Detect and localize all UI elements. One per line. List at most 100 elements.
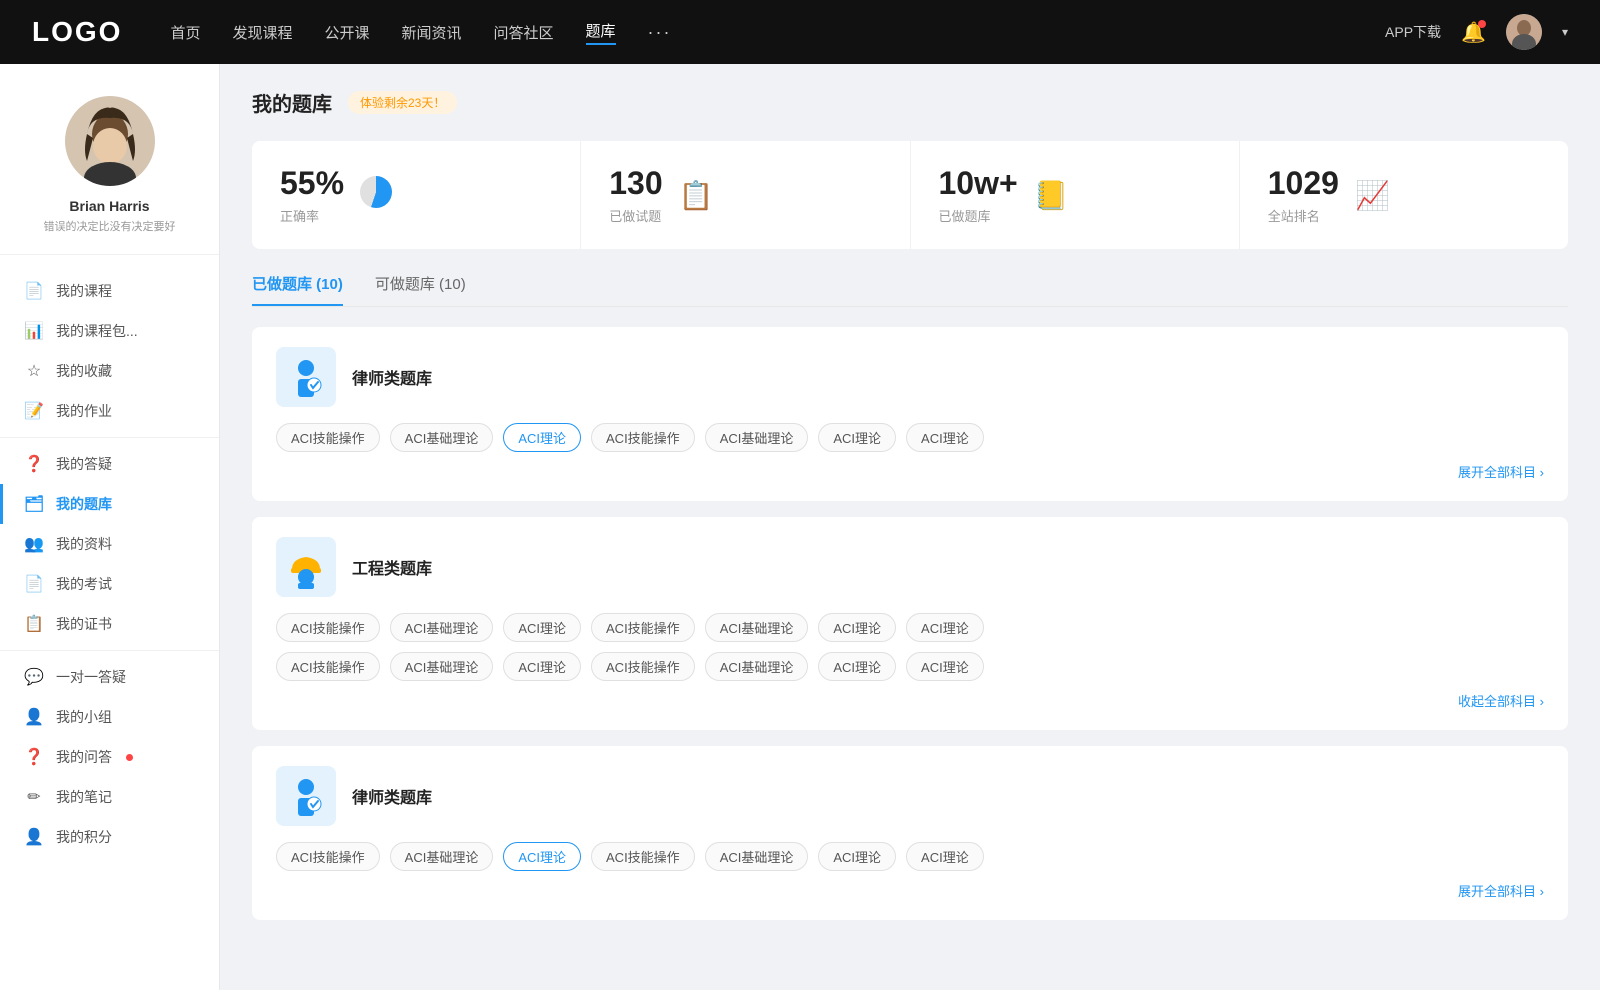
nav-question-bank[interactable]: 题库 (586, 20, 616, 45)
tab-available[interactable]: 可做题库 (10) (375, 273, 466, 306)
nav-discover[interactable]: 发现课程 (232, 22, 292, 43)
tag-item[interactable]: ACI技能操作 (591, 423, 695, 452)
nav-news[interactable]: 新闻资讯 (402, 22, 462, 43)
sidebar-item-homework[interactable]: 📝 我的作业 (0, 391, 219, 431)
nav-home[interactable]: 首页 (170, 22, 200, 43)
tag-item[interactable]: ACI基础理论 (390, 613, 494, 642)
courses-icon: 📄 (24, 281, 44, 301)
app-download-button[interactable]: APP下载 (1385, 22, 1441, 42)
sidebar-item-groups[interactable]: 👤 我的小组 (0, 697, 219, 737)
tag-item[interactable]: ACI技能操作 (276, 613, 380, 642)
sidebar-item-materials[interactable]: 👥 我的资料 (0, 524, 219, 564)
tag-item[interactable]: ACI技能操作 (591, 652, 695, 681)
accuracy-icon (360, 176, 392, 215)
sidebar-item-question-bank[interactable]: 🗂 我的题库 (0, 484, 219, 524)
tag-item[interactable]: ACI技能操作 (276, 652, 380, 681)
tag-item[interactable]: ACI基础理论 (390, 652, 494, 681)
sidebar-item-notes[interactable]: ✏ 我的笔记 (0, 777, 219, 817)
sidebar-divider2 (0, 650, 219, 651)
lawyer-icon (284, 355, 328, 399)
user-avatar-icon (1506, 14, 1542, 50)
notification-bell[interactable]: 🔔 (1461, 20, 1486, 45)
groups-icon: 👤 (24, 707, 44, 727)
tag-item[interactable]: ACI基础理论 (390, 842, 494, 871)
sidebar-item-label: 我的考试 (56, 574, 112, 594)
tag-item[interactable]: ACI理论 (906, 423, 984, 452)
trial-badge: 体验剩余23天！ (348, 91, 457, 114)
doc-green-icon: 📋 (679, 179, 714, 212)
tag-item-active[interactable]: ACI理论 (503, 842, 581, 871)
sidebar-item-favorites[interactable]: ☆ 我的收藏 (0, 351, 219, 391)
stat-label: 已做题库 (939, 206, 1018, 225)
sidebar-item-one-on-one[interactable]: 💬 一对一答疑 (0, 657, 219, 697)
chart-red-icon: 📈 (1355, 179, 1390, 212)
bank-title: 律师类题库 (352, 784, 432, 808)
user-avatar-nav[interactable] (1506, 14, 1542, 50)
tag-item[interactable]: ACI理论 (818, 652, 896, 681)
stats-row: 55% 正确率 130 已做试题 📋 10w+ 已做题库 📒 (252, 141, 1568, 249)
navbar-right: APP下载 🔔 ▾ (1385, 14, 1568, 50)
favorites-icon: ☆ (24, 361, 44, 381)
sidebar-item-qa[interactable]: ❓ 我的答疑 (0, 444, 219, 484)
stat-questions-done: 130 已做试题 📋 (581, 141, 910, 249)
tag-item[interactable]: ACI基础理论 (705, 613, 809, 642)
points-icon: 👤 (24, 827, 44, 847)
nav-more[interactable]: ··· (648, 22, 672, 43)
tag-item[interactable]: ACI理论 (906, 652, 984, 681)
pie-chart-icon (360, 176, 392, 208)
tag-item[interactable]: ACI技能操作 (276, 423, 380, 452)
sidebar-profile: Brian Harris 错误的决定比没有决定要好 (0, 96, 219, 255)
tag-item[interactable]: ACI基础理论 (705, 423, 809, 452)
sidebar-item-label: 我的证书 (56, 614, 112, 634)
tag-item[interactable]: ACI技能操作 (591, 613, 695, 642)
sidebar-item-label: 我的小组 (56, 707, 112, 727)
stat-accuracy: 55% 正确率 (252, 141, 581, 249)
tag-item[interactable]: ACI技能操作 (276, 842, 380, 871)
tag-item[interactable]: ACI基础理论 (705, 842, 809, 871)
stat-value: 130 (609, 165, 662, 202)
bank-card-lawyer-1: 律师类题库 ACI技能操作 ACI基础理论 ACI理论 ACI技能操作 ACI基… (252, 327, 1568, 501)
bank-collapse-button[interactable]: 收起全部科目 › (276, 691, 1544, 710)
certificates-icon: 📋 (24, 614, 44, 634)
tag-item[interactable]: ACI基础理论 (390, 423, 494, 452)
sidebar-item-label: 我的笔记 (56, 787, 112, 807)
sidebar-item-label: 我的问答 (56, 747, 112, 767)
sidebar-item-points[interactable]: 👤 我的积分 (0, 817, 219, 857)
sidebar-item-label: 我的作业 (56, 401, 112, 421)
bank-tags-row2: ACI技能操作 ACI基础理论 ACI理论 ACI技能操作 ACI基础理论 AC… (276, 652, 1544, 681)
bank-card-engineer: 工程类题库 ACI技能操作 ACI基础理论 ACI理论 ACI技能操作 ACI基… (252, 517, 1568, 730)
tag-item[interactable]: ACI理论 (906, 613, 984, 642)
bank-expand-button[interactable]: 展开全部科目 › (276, 462, 1544, 481)
page-title: 我的题库 (252, 88, 332, 117)
tag-item[interactable]: ACI理论 (906, 842, 984, 871)
tag-item[interactable]: ACI理论 (818, 423, 896, 452)
bank-expand-button-2[interactable]: 展开全部科目 › (276, 881, 1544, 900)
stat-banks-done: 10w+ 已做题库 📒 (911, 141, 1240, 249)
tag-item[interactable]: ACI理论 (818, 842, 896, 871)
nav-opencourse[interactable]: 公开课 (324, 22, 369, 43)
sidebar-motto: 错误的决定比没有决定要好 (44, 218, 176, 234)
nav-qa[interactable]: 问答社区 (494, 22, 554, 43)
sidebar-item-packages[interactable]: 📊 我的课程包... (0, 311, 219, 351)
sidebar-item-label: 一对一答疑 (56, 667, 126, 687)
one-on-one-icon: 💬 (24, 667, 44, 687)
stat-value: 55% (280, 165, 344, 202)
tag-item-active[interactable]: ACI理论 (503, 423, 581, 452)
sidebar-username: Brian Harris (69, 198, 149, 214)
sidebar-divider (0, 437, 219, 438)
tag-item[interactable]: ACI理论 (503, 652, 581, 681)
sidebar-item-questions[interactable]: ❓ 我的问答 (0, 737, 219, 777)
tag-item[interactable]: ACI基础理论 (705, 652, 809, 681)
sidebar-item-courses[interactable]: 📄 我的课程 (0, 271, 219, 311)
tag-item[interactable]: ACI技能操作 (591, 842, 695, 871)
sidebar-item-certificates[interactable]: 📋 我的证书 (0, 604, 219, 644)
stat-value: 10w+ (939, 165, 1018, 202)
stat-text: 55% 正确率 (280, 165, 344, 225)
bank-icon-wrapper (276, 537, 336, 597)
user-menu-chevron[interactable]: ▾ (1562, 25, 1568, 39)
tag-item[interactable]: ACI理论 (818, 613, 896, 642)
tab-done[interactable]: 已做题库 (10) (252, 273, 343, 306)
stat-text: 1029 全站排名 (1268, 165, 1339, 225)
tag-item[interactable]: ACI理论 (503, 613, 581, 642)
sidebar-item-exams[interactable]: 📄 我的考试 (0, 564, 219, 604)
